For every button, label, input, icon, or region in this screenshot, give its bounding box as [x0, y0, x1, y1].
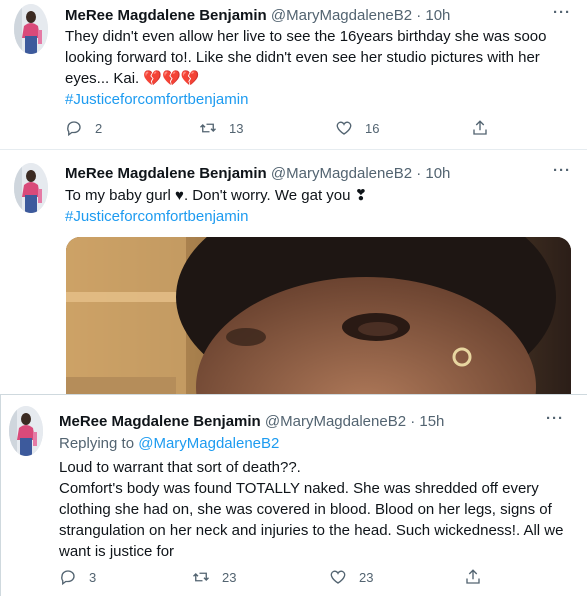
share-icon	[473, 120, 487, 135]
tweet-body-line-1: Loud to warrant that sort of death??.	[59, 459, 301, 476]
tweet-text: To my baby gurl ♥. Don't worry. We gat y…	[65, 185, 575, 227]
more-icon[interactable]: ···	[553, 4, 571, 21]
reply-icon	[61, 570, 75, 586]
tweet-body: To my baby gurl ♥. Don't worry. We gat y…	[65, 187, 368, 204]
replying-to-label: Replying to	[59, 435, 135, 452]
like-button[interactable]: 23	[329, 568, 373, 586]
retweet-count: 23	[222, 569, 237, 585]
tweet-1[interactable]: MeRee Magdalene Benjamin @MaryMagdaleneB…	[0, 0, 587, 150]
retweet-count: 13	[229, 120, 244, 136]
reply-count: 2	[95, 120, 103, 136]
tweet-2[interactable]: MeRee Magdalene Benjamin @MaryMagdaleneB…	[0, 151, 587, 394]
retweet-button[interactable]: 23	[192, 568, 236, 586]
tweet-body: They didn't even allow her live to see t…	[65, 28, 547, 87]
reply-button[interactable]: 2	[65, 119, 102, 137]
tweet-header: MeRee Magdalene Benjamin @MaryMagdaleneB…	[65, 164, 450, 184]
hashtag-link[interactable]: #Justiceforcomfortbenjamin	[65, 89, 575, 110]
author-handle[interactable]: @MaryMagdaleneB2 · 15h	[265, 413, 445, 430]
author-name[interactable]: MeRee Magdalene Benjamin	[65, 7, 267, 24]
retweet-button[interactable]: 13	[199, 119, 243, 137]
share-button[interactable]	[471, 119, 501, 137]
tweet-actions: 2 13 16	[65, 119, 495, 139]
tweet-3[interactable]: MeRee Magdalene Benjamin @MaryMagdaleneB…	[0, 394, 587, 596]
avatar[interactable]	[14, 4, 48, 54]
reply-button[interactable]: 3	[59, 568, 96, 586]
author-name[interactable]: MeRee Magdalene Benjamin	[65, 165, 267, 182]
like-icon	[330, 570, 346, 584]
more-icon[interactable]: ···	[553, 162, 571, 179]
retweet-icon	[193, 572, 209, 582]
reply-icon	[67, 121, 81, 137]
reply-count: 3	[89, 569, 97, 585]
share-button[interactable]	[464, 568, 494, 586]
tweet-body-line-2: Comfort's body was found TOTALLY naked. …	[59, 480, 564, 560]
tweet-photo[interactable]	[66, 237, 571, 394]
like-icon	[336, 121, 352, 135]
tweet-header: MeRee Magdalene Benjamin @MaryMagdaleneB…	[65, 6, 450, 26]
like-count: 23	[359, 569, 374, 585]
author-name[interactable]: MeRee Magdalene Benjamin	[59, 413, 261, 430]
author-handle[interactable]: @MaryMagdaleneB2 · 10h	[271, 7, 451, 24]
tweet-actions: 3 23 23	[59, 568, 489, 588]
tweet-text: They didn't even allow her live to see t…	[65, 26, 575, 110]
retweet-icon	[200, 123, 216, 133]
reply-context: Replying to @MaryMagdaleneB2	[59, 434, 279, 454]
tweet-text: Loud to warrant that sort of death??. Co…	[59, 457, 569, 562]
replying-to-link[interactable]: @MaryMagdaleneB2	[138, 435, 279, 452]
author-handle[interactable]: @MaryMagdaleneB2 · 10h	[271, 165, 451, 182]
more-icon[interactable]: ···	[546, 410, 564, 427]
like-count: 16	[365, 120, 380, 136]
like-button[interactable]: 16	[335, 119, 379, 137]
tweet-header: MeRee Magdalene Benjamin @MaryMagdaleneB…	[59, 412, 444, 432]
avatar[interactable]	[9, 406, 43, 456]
share-icon	[466, 569, 480, 584]
avatar[interactable]	[14, 163, 48, 213]
hashtag-link[interactable]: #Justiceforcomfortbenjamin	[65, 206, 575, 227]
